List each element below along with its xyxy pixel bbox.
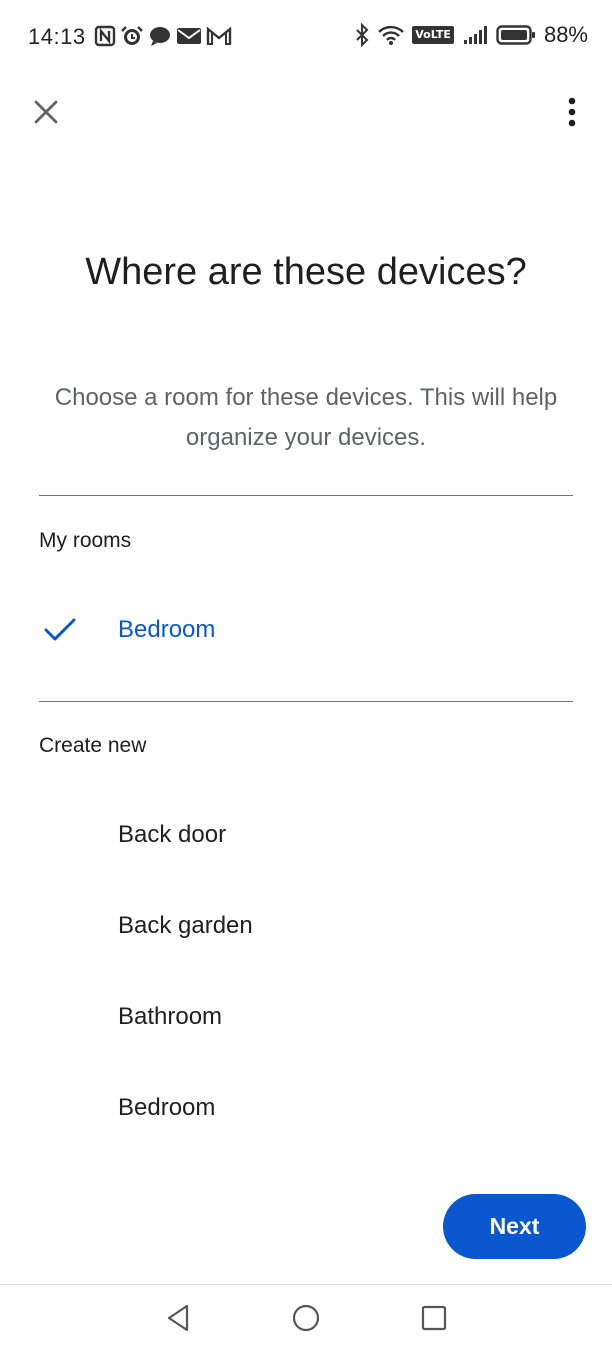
notification-icons	[94, 25, 232, 47]
next-button[interactable]: Next	[443, 1194, 586, 1259]
new-room-option[interactable]: Back door	[0, 795, 612, 875]
room-option-label: Back door	[118, 821, 227, 848]
more-options-button[interactable]	[554, 94, 590, 130]
status-bar: 14:13 VoLTE 88%	[0, 0, 612, 72]
alarm-icon	[121, 26, 143, 45]
divider	[39, 701, 573, 702]
page-title: Where are these devices?	[85, 251, 527, 293]
back-icon	[167, 1304, 189, 1332]
room-option-label: Bedroom	[118, 1094, 216, 1121]
nav-recents-button[interactable]	[417, 1301, 451, 1335]
status-time: 14:13	[28, 24, 86, 49]
battery-icon	[496, 25, 535, 45]
mail-icon	[177, 28, 201, 44]
new-room-option[interactable]: Bedroom	[0, 1068, 612, 1148]
signal-icon	[463, 26, 487, 44]
room-option-label: Back garden	[118, 912, 253, 939]
home-icon	[292, 1304, 320, 1332]
my-rooms-label: My rooms	[39, 529, 132, 552]
close-button[interactable]	[28, 94, 64, 130]
nav-home-button[interactable]	[289, 1301, 323, 1335]
divider	[39, 495, 573, 496]
recents-icon	[421, 1305, 447, 1331]
gmail-icon	[206, 26, 232, 45]
nav-back-button[interactable]	[161, 1301, 195, 1335]
check-icon	[44, 618, 76, 641]
system-icons: VoLTE 88%	[354, 22, 588, 48]
system-nav-bar	[0, 1284, 612, 1351]
create-new-label: Create new	[39, 734, 147, 757]
room-option-label: Bathroom	[118, 1003, 223, 1030]
new-room-option[interactable]: Bathroom	[0, 977, 612, 1057]
bluetooth-icon	[356, 23, 369, 47]
wifi-icon	[378, 25, 405, 45]
new-room-option[interactable]: Back garden	[0, 886, 612, 966]
volte-icon: VoLTE	[412, 26, 454, 44]
close-icon	[34, 100, 58, 124]
more-vert-icon	[568, 97, 576, 127]
nfc-icon	[94, 25, 116, 47]
room-option-bedroom-selected[interactable]: Bedroom	[0, 590, 612, 670]
room-option-label: Bedroom	[118, 616, 216, 643]
chat-icon	[150, 27, 170, 46]
battery-percentage: 88%	[543, 22, 588, 47]
page-subtitle: Choose a room for these devices. This wi…	[54, 384, 558, 451]
